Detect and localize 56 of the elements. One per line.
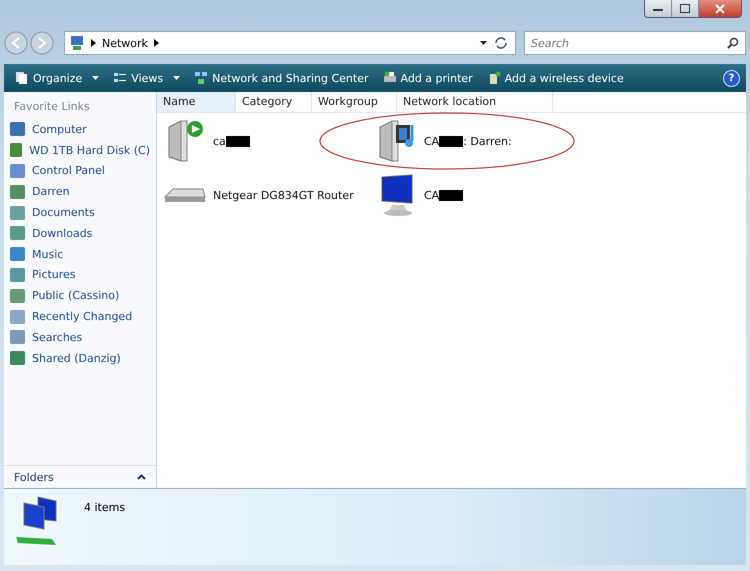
sidebar-item[interactable]: Recently Changed xyxy=(4,306,156,327)
network-device[interactable]: Netgear DG834GT Router xyxy=(163,171,374,219)
sidebar-item[interactable]: WD 1TB Hard Disk (C) xyxy=(4,140,156,161)
pages-icon xyxy=(15,71,29,85)
close-icon xyxy=(715,4,725,14)
help-button[interactable]: ? xyxy=(723,70,740,86)
network-icon xyxy=(69,35,85,51)
refresh-icon[interactable] xyxy=(493,36,509,50)
minimize-button[interactable] xyxy=(645,0,672,17)
forward-button[interactable] xyxy=(30,31,54,55)
sidebar-item[interactable]: Darren xyxy=(4,181,156,202)
address-bar[interactable]: Network xyxy=(64,31,516,55)
network-device[interactable]: CA xyxy=(374,171,614,219)
chevron-icon[interactable] xyxy=(91,39,96,47)
sidebar-item[interactable]: Pictures xyxy=(4,264,156,286)
device-name: Netgear DG834GT Router xyxy=(213,188,354,202)
router-icon xyxy=(163,188,207,202)
device-name: CA xyxy=(424,134,440,148)
sidebar-item[interactable]: Public (Cassino) xyxy=(4,285,156,306)
network-device[interactable]: ca xyxy=(163,117,374,165)
search-icon[interactable] xyxy=(727,37,739,49)
collapse-chevron-icon xyxy=(137,474,146,480)
sidebar-item[interactable]: Shared (Danzig) xyxy=(4,348,156,369)
back-button[interactable] xyxy=(4,31,28,55)
network-device[interactable]: CA : Darren: xyxy=(374,117,614,165)
toolbar-button[interactable]: Views xyxy=(108,69,186,87)
minimize-icon xyxy=(653,6,663,10)
sidebar-item[interactable]: Searches xyxy=(4,326,156,348)
sidebar-item[interactable]: Music xyxy=(4,244,156,265)
dropdown-caret-icon[interactable] xyxy=(480,41,487,45)
sidebar-heading: Favorite Links xyxy=(13,99,91,115)
column-header[interactable]: Name xyxy=(157,92,236,112)
toolbar-button[interactable]: Add a wireless device xyxy=(482,69,629,87)
toolbar-button[interactable]: Organize xyxy=(10,69,104,87)
sidebar-item[interactable]: Control Panel xyxy=(4,160,156,182)
column-header[interactable]: Category xyxy=(236,92,312,112)
column-header[interactable]: Workgroup xyxy=(312,92,397,112)
maximize-button[interactable] xyxy=(672,0,699,17)
toolbar-button[interactable]: Network and Sharing Center xyxy=(189,69,374,87)
device-name: : Darren: xyxy=(463,134,512,148)
sidebar-item[interactable]: Computer xyxy=(4,119,156,140)
search-field[interactable]: Search xyxy=(524,31,746,55)
printer-icon xyxy=(382,71,396,85)
toolbar-button[interactable]: Add a printer xyxy=(378,69,478,87)
close-button[interactable] xyxy=(699,0,741,17)
chevron-icon[interactable] xyxy=(154,39,159,47)
column-header[interactable]: Network location xyxy=(397,92,553,112)
list-icon xyxy=(113,71,128,85)
device-name: ca xyxy=(213,134,226,148)
item-count: 4 items xyxy=(84,501,126,514)
breadcrumb[interactable]: Network xyxy=(102,36,148,50)
sidebar-item[interactable]: Downloads xyxy=(4,222,156,244)
maximize-icon xyxy=(680,4,690,13)
device-name: CA xyxy=(424,188,440,202)
sidebar-item[interactable]: Documents xyxy=(4,202,156,223)
network-icon xyxy=(194,71,208,85)
